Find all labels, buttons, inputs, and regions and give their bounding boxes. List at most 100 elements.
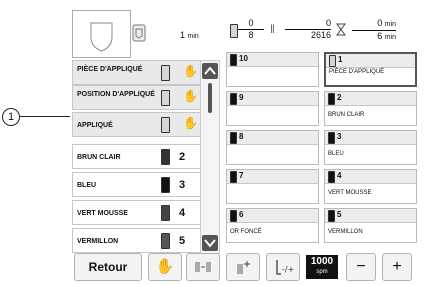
list-item[interactable]: BRUN CLAIR 2 [72,144,208,169]
callout-marker: 1 [2,108,20,126]
hand-icon[interactable]: ✋ [183,89,198,103]
back-button-label: Retour [88,260,128,274]
thread-spool-icon [161,65,170,81]
grid-cell-name: VERMILLON [328,229,363,235]
grid-cell[interactable]: 8 [226,130,319,165]
thread-spool-icon [230,93,237,105]
list-item-name: BRUN CLAIR [77,154,121,161]
speed-increase-button[interactable]: + [382,253,412,281]
scroll-up-arrow-icon[interactable] [202,63,218,79]
sparkle-thread-icon [237,260,251,274]
grid-cell-number: 3 [337,132,342,141]
list-item-name: POSITION D'APPLIQUÉ [77,91,155,98]
list-item-number: 4 [179,207,186,219]
grid-cell[interactable]: 2 BRUN CLAIR [324,91,417,126]
hand-icon[interactable]: ✋ [183,64,198,78]
grid-cell-number: 2 [337,93,342,102]
stitches-total: 2616 [285,29,331,41]
stat-time-value: 1 [180,30,186,40]
svg-text:-/+: -/+ [282,265,294,274]
thread-spool-icon [161,117,170,133]
stitches-current: 0 [325,18,331,28]
grid-cell[interactable]: 6 OR FONCÉ [226,208,319,243]
list-item[interactable]: POSITION D'APPLIQUÉ ✋ [72,85,208,110]
list-item-number: 3 [179,179,186,191]
list-item-name: APPLIQUÉ [77,122,113,129]
thread-spool-icon [230,210,237,222]
shield-outline-icon [90,22,113,52]
grid-cell-number: 7 [239,171,244,180]
grid-cell[interactable]: 9 [226,91,319,126]
thread-spool-icon [230,171,237,183]
hand-tool-button[interactable]: ✋ [148,253,182,281]
thread-spool-icon [328,93,335,105]
pattern-preview [72,10,131,58]
hoop-icon [132,24,146,42]
color-sort-button[interactable] [186,253,220,281]
hand-icon[interactable]: ✋ [183,116,198,130]
needle-icon: ǁ [270,22,275,36]
thread-tension-button[interactable]: -/+ [266,253,300,281]
embroidery-screen: 1 min 0 8 ǁ 0 2616 0 min 6 min PIÈCE D'A… [70,8,422,282]
grid-cell-name: BRUN CLAIR [328,112,365,118]
stat-time: 1 min [180,30,199,40]
thread-spool-icon [230,54,237,66]
scrollbar-thumb[interactable] [208,83,212,113]
thread-spool-icon [230,24,238,38]
thread-spool-icon [161,205,170,221]
grid-cell-number: 1 [338,55,343,64]
grid-cell-number: 5 [337,210,342,219]
list-item-number: 2 [179,151,186,163]
grid-cell[interactable]: 4 VERT MOUSSE [324,169,417,204]
thread-spool-icon [230,132,237,144]
remaining-value: 0 [377,18,383,28]
total-value: 6 [377,31,383,41]
back-button[interactable]: Retour [74,253,142,281]
grid-cell[interactable]: 10 [226,52,319,87]
list-item[interactable]: VERT MOUSSE 4 [72,200,208,225]
thread-spool-icon [329,55,336,67]
grid-cell-selected[interactable]: 1 PIÈCE D'APPLIQUÉ [324,52,417,87]
list-item-name: PIÈCE D'APPLIQUÉ [77,66,143,73]
thread-spool-icon [161,233,170,249]
thread-spool-icon [161,149,170,165]
speed-unit: spm [316,269,328,275]
grid-cell-name: VERT MOUSSE [328,190,372,196]
list-item[interactable]: APPLIQUÉ ✋ [72,112,208,137]
list-item-name: VERT MOUSSE [77,210,128,217]
scroll-down-arrow-icon[interactable] [202,235,218,251]
needle-tension-icon: -/+ [276,260,294,275]
list-item[interactable]: VERMILLON 5 [72,228,208,253]
thread-spool-icon [328,132,335,144]
list-item-name: VERMILLON [77,238,119,245]
grid-cell[interactable]: 3 BLEU [324,130,417,165]
grid-cell[interactable]: 5 VERMILLON [324,208,417,243]
thread-spool-icon [161,177,170,193]
speed-value: 1000 [310,256,334,267]
thread-spool-icon [328,210,335,222]
minus-icon: − [356,258,366,275]
thread-spool-icon [161,90,170,106]
color-sort-icon [195,262,211,272]
grid-cell-number: 4 [337,171,342,180]
thread-spool-icon [328,171,335,183]
list-item[interactable]: PIÈCE D'APPLIQUÉ ✋ [72,60,208,85]
colors-current: 0 [248,18,254,28]
grid-cell-number: 6 [239,210,244,219]
grid-cell-name: PIÈCE D'APPLIQUÉ [329,69,385,75]
colors-total: 8 [238,29,264,41]
stat-remaining: 0 min 6 min [352,18,396,43]
speed-display: 1000 spm [306,255,338,279]
callout-label: 1 [7,111,15,123]
list-item-name: BLEU [77,182,97,189]
total-unit: min [384,34,396,41]
scrollbar[interactable] [200,60,220,254]
grid-cell-number: 10 [239,54,248,63]
auto-cut-button[interactable] [226,253,260,281]
stat-stitches: 0 2616 [285,18,331,41]
grid-cell-name: BLEU [328,151,344,157]
speed-decrease-button[interactable]: − [346,253,376,281]
list-item[interactable]: BLEU 3 [72,172,208,197]
grid-cell[interactable]: 7 [226,169,319,204]
list-item-number: 5 [179,235,186,247]
